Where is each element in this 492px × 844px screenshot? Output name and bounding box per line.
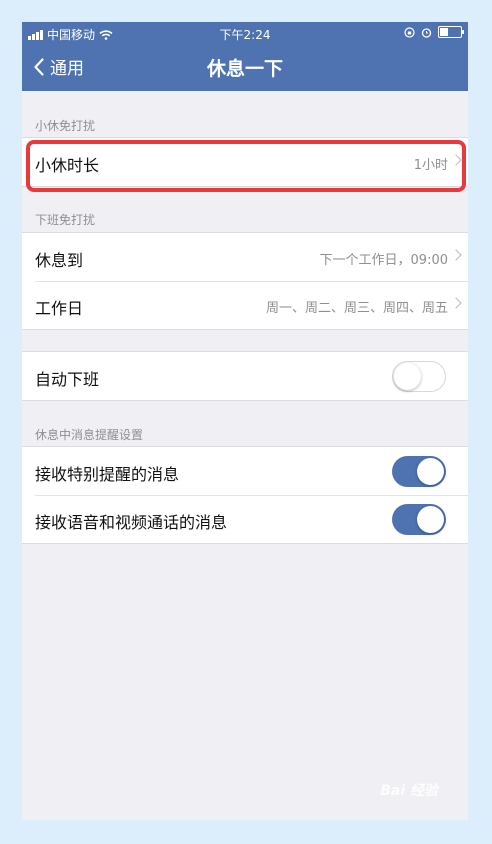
highlight-annotation (26, 140, 466, 192)
page-title: 休息一下 (206, 58, 283, 80)
voice-video-calls-toggle[interactable] (392, 504, 446, 535)
toggle-knob (394, 363, 421, 390)
chevron-right-icon (450, 297, 462, 309)
special-reminders-toggle[interactable] (392, 456, 446, 487)
baidu-watermark: Bai 经验 (380, 783, 438, 799)
row-special-reminders: 接收特别提醒的消息 (22, 447, 468, 495)
top-bar: 中国移动 下午2:24 通用 休息一下 (22, 22, 468, 91)
row-workdays[interactable]: 工作日 周一、周二、周三、周四、周五 (22, 281, 468, 329)
status-time: 下午2:24 (219, 28, 271, 42)
reminders-group: 接收特别提醒的消息 接收语音和视频通话的消息 (22, 446, 468, 544)
row-voice-video-calls: 接收语音和视频通话的消息 (22, 495, 468, 543)
row-value: 下一个工作日，09:00 (319, 253, 448, 268)
status-bar: 中国移动 下午2:24 (22, 22, 468, 44)
phone-screen: 中国移动 下午2:24 通用 休息一下 小休免打扰 小休时长 1小时 下班免打扰… (22, 22, 468, 820)
section-header-short-break: 小休免打扰 (35, 119, 96, 133)
row-value: 周一、周二、周三、周四、周五 (265, 301, 448, 316)
toggle-knob (417, 506, 444, 533)
row-label: 接收特别提醒的消息 (35, 465, 180, 484)
alarm-icon (421, 27, 432, 38)
navigation-bar: 通用 休息一下 (22, 44, 468, 91)
toggle-knob (417, 458, 444, 485)
row-label: 工作日 (35, 299, 84, 318)
row-rest-until[interactable]: 休息到 下一个工作日，09:00 (22, 233, 468, 281)
section-header-reminders: 休息中消息提醒设置 (35, 428, 144, 442)
auto-off-work-toggle[interactable] (392, 361, 446, 392)
row-label: 休息到 (35, 251, 84, 270)
rotation-lock-icon (404, 26, 415, 38)
row-label: 接收语音和视频通话的消息 (35, 513, 228, 532)
chevron-right-icon (450, 249, 462, 261)
auto-off-group: 自动下班 (22, 351, 468, 401)
row-label: 自动下班 (35, 370, 100, 389)
section-header-after-work: 下班免打扰 (35, 213, 96, 227)
after-work-group: 休息到 下一个工作日，09:00 工作日 周一、周二、周三、周四、周五 (22, 232, 468, 330)
status-right (404, 26, 464, 38)
battery-icon (438, 26, 464, 38)
row-auto-off-work: 自动下班 (22, 352, 468, 400)
